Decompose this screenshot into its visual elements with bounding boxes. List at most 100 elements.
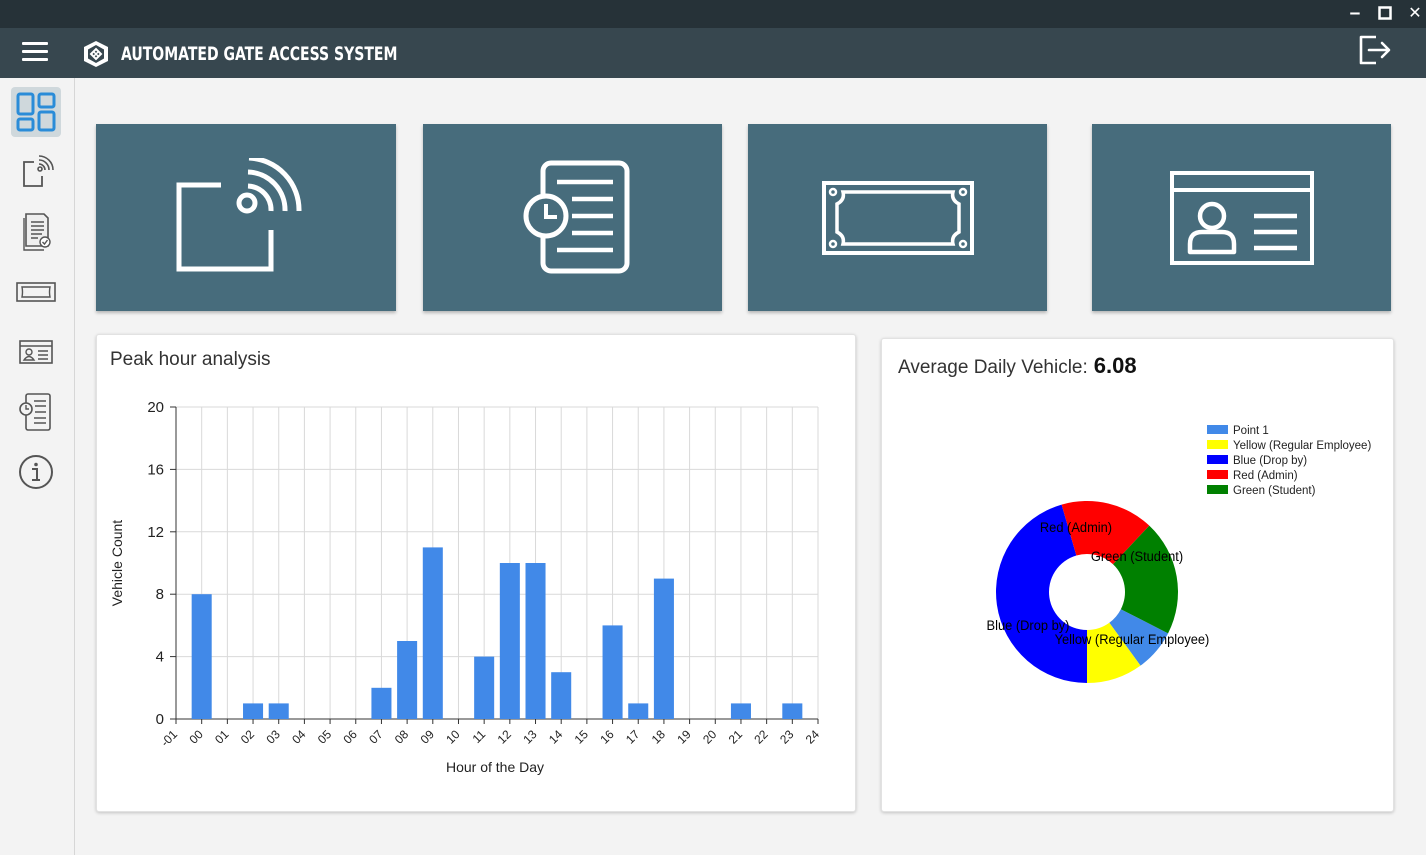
x-tick-label: 15 <box>572 727 592 747</box>
bar-hour-07 <box>371 687 392 719</box>
x-tick-label: 03 <box>263 727 283 747</box>
hamburger-line <box>22 58 48 61</box>
x-tick-label: 20 <box>700 727 720 747</box>
x-tick-label: 01 <box>212 727 232 747</box>
x-tick-label: 22 <box>751 727 771 747</box>
close-button[interactable]: ✕ <box>1403 2 1426 24</box>
legend-swatch <box>1207 485 1228 494</box>
maximize-icon <box>1378 6 1392 20</box>
sidebar-item-id-cards[interactable] <box>11 327 61 377</box>
legend-swatch <box>1207 470 1228 479</box>
legend-label: Yellow (Regular Employee) <box>1233 440 1371 452</box>
bar-hour-23 <box>782 703 803 719</box>
slice-label: Yellow (Regular Employee) <box>1055 632 1210 648</box>
ticket-tile[interactable] <box>748 124 1047 311</box>
window-titlebar: ‒ ✕ <box>0 0 1426 28</box>
x-tick-label: 19 <box>674 727 694 747</box>
x-tick-label: 04 <box>289 727 309 747</box>
legend-swatch <box>1207 440 1228 449</box>
time-log-tile[interactable] <box>423 124 722 311</box>
x-tick-label: 06 <box>341 727 361 747</box>
x-tick-label: 09 <box>418 727 438 747</box>
rfid-tile[interactable] <box>96 124 396 311</box>
bar-hour-17 <box>628 703 649 719</box>
x-tick-label: 12 <box>495 727 515 747</box>
bar-hour-11 <box>474 656 495 719</box>
id-card-icon <box>19 340 53 364</box>
average-daily-card: Average Daily Vehicle: 6.08 Yellow (Regul… <box>881 338 1394 812</box>
legend-label: Red (Admin) <box>1233 470 1298 482</box>
info-icon <box>19 455 53 489</box>
x-tick-label: 16 <box>597 727 617 747</box>
peak-hour-chart: 048121620-01 00 01 02 03 04 05 06 07 08 09 10 11 12 13… <box>109 399 822 775</box>
x-tick-label: 00 <box>186 727 206 747</box>
ticket-icon <box>16 282 56 302</box>
y-tick-label: 20 <box>147 399 164 416</box>
rfid-icon <box>23 155 54 187</box>
sidebar <box>0 78 75 855</box>
ticket-icon <box>821 180 974 255</box>
bar-hour-16 <box>602 625 623 719</box>
x-tick-label: 14 <box>546 727 566 747</box>
x-tick-label: 23 <box>777 727 797 747</box>
sidebar-item-schedule[interactable] <box>11 387 61 437</box>
slice-label: Blue (Drop by) <box>987 618 1070 634</box>
bar-hour-08 <box>397 641 418 719</box>
bar-hour-21 <box>730 703 751 719</box>
legend-label: Green (Student) <box>1233 485 1316 497</box>
sidebar-item-rfid[interactable] <box>11 147 61 197</box>
id-card-icon <box>1169 170 1314 265</box>
y-tick-label: 4 <box>156 649 164 666</box>
y-tick-label: 16 <box>147 461 164 478</box>
legend-label: Blue (Drop by) <box>1233 455 1307 467</box>
slice-label: Green (Student) <box>1091 549 1183 565</box>
app-logo-icon <box>84 41 108 67</box>
hamburger-line <box>22 42 48 45</box>
hamburger-line <box>22 50 48 53</box>
x-tick-label: 11 <box>470 727 489 746</box>
y-tick-label: 8 <box>156 586 164 603</box>
x-axis-title: Hour of the Day <box>446 759 544 775</box>
slice-label: Red (Admin) <box>1040 520 1112 536</box>
logout-icon[interactable] <box>1356 32 1392 68</box>
x-tick-label: 02 <box>238 727 258 747</box>
x-tick-label: 21 <box>726 727 746 747</box>
app-title: AUTOMATED GATE ACCESS SYSTEM <box>121 43 398 65</box>
minimize-button[interactable]: ‒ <box>1343 2 1367 24</box>
sidebar-item-about[interactable] <box>11 447 61 497</box>
x-tick-label: 13 <box>520 727 540 747</box>
sidebar-item-reports[interactable] <box>11 207 61 257</box>
vehicle-type-chart: Yellow (Regular Employee)Blue (Drop by)R… <box>987 425 1371 683</box>
dashboard-icon <box>16 92 56 132</box>
legend-swatch <box>1207 455 1228 464</box>
schedule-list-icon <box>19 393 51 431</box>
app-header: AUTOMATED GATE ACCESS SYSTEM <box>0 28 1426 78</box>
x-tick-label: 18 <box>649 727 669 747</box>
x-tick-label: 08 <box>392 727 412 747</box>
peak-hour-card: Peak hour analysis 0 4 8 12 16 20 -01 00 01 02 03 0… <box>96 334 856 812</box>
x-tick-label: 05 <box>315 727 335 747</box>
sidebar-item-dashboard[interactable] <box>11 87 61 137</box>
rfid-reader-icon <box>176 157 302 271</box>
maximize-button[interactable] <box>1373 2 1397 24</box>
bar-hour-03 <box>268 703 289 719</box>
legend-swatch <box>1207 425 1228 434</box>
bar-hour-02 <box>243 703 264 719</box>
time-log-icon <box>523 160 629 273</box>
bar-hour-00 <box>191 594 212 719</box>
x-tick-label: 17 <box>623 727 643 747</box>
bar-hour-09 <box>422 547 443 719</box>
menu-button[interactable] <box>22 42 48 64</box>
bar-hour-14 <box>551 672 572 719</box>
bar-hour-18 <box>653 578 674 719</box>
y-tick-label: 0 <box>156 711 164 728</box>
bar-hour-12 <box>499 563 520 719</box>
bar-hour-13 <box>525 563 546 719</box>
sidebar-item-tickets[interactable] <box>11 267 61 317</box>
y-tick-label: 12 <box>147 524 164 541</box>
id-card-tile[interactable] <box>1092 124 1391 311</box>
x-tick-label: 10 <box>443 727 463 747</box>
legend-label: Point 1 <box>1233 425 1269 437</box>
x-tick-label: 07 <box>366 727 386 747</box>
report-icon <box>23 213 51 251</box>
